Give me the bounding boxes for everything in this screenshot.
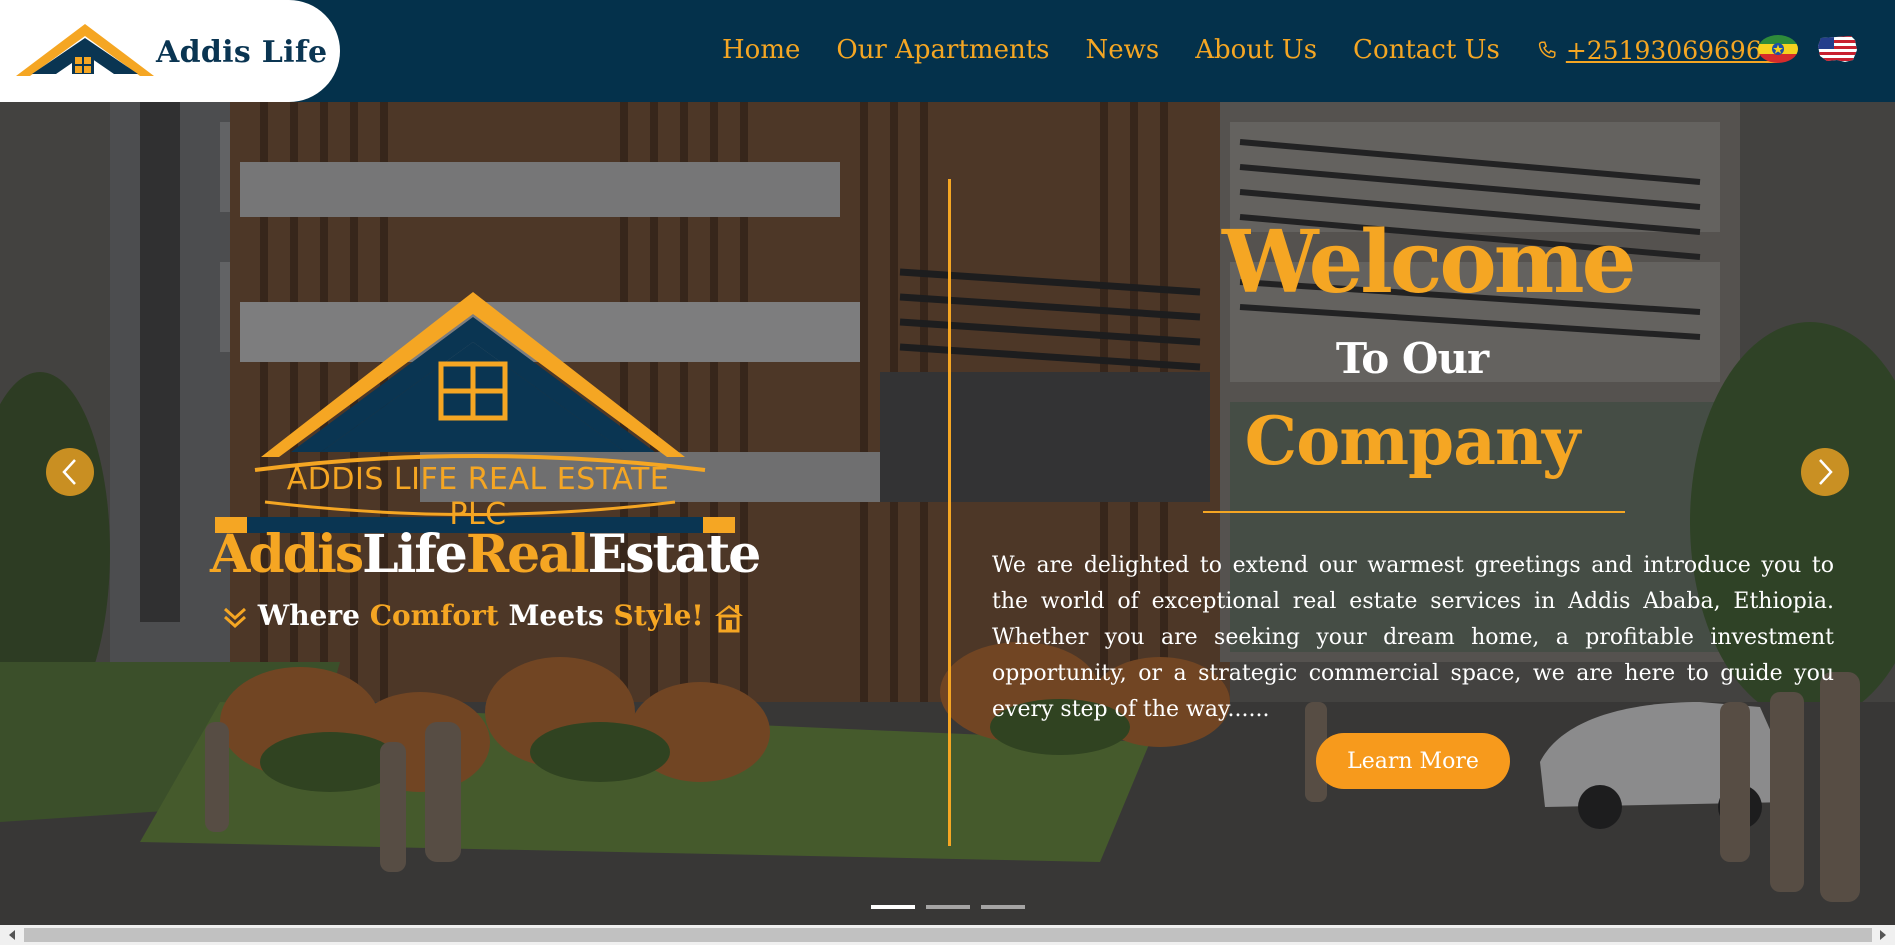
to-our-heading: To Our xyxy=(1335,334,1489,383)
tagline-comfort: Comfort xyxy=(369,599,499,632)
phone-link[interactable]: +251930696969 xyxy=(1566,36,1778,65)
phone-contact: +251930696969 xyxy=(1536,36,1778,65)
brand-title: AddisLifeRealEstate xyxy=(210,524,761,585)
slider-indicators xyxy=(871,905,1036,909)
intro-paragraph: We are delighted to extend our warmest g… xyxy=(992,553,1834,722)
main-nav: Home Our Apartments News About Us Contac… xyxy=(722,30,1778,70)
vertical-divider xyxy=(948,179,951,846)
nav-contact-us[interactable]: Contact Us xyxy=(1353,35,1500,65)
usa-flag-icon[interactable] xyxy=(1815,30,1859,66)
chevron-right-icon xyxy=(1819,459,1833,485)
logo-link[interactable]: Addis Life xyxy=(0,0,340,102)
tagline-meets: Meets xyxy=(508,599,604,632)
logo-text: Addis Life xyxy=(156,35,328,70)
tagline-where: Where xyxy=(257,599,360,632)
brand-title-addis: Addis xyxy=(210,524,364,585)
brand-plc-text: ADDIS LIFE REAL ESTATE PLC xyxy=(286,462,670,532)
scrollbar-thumb[interactable] xyxy=(24,928,1872,942)
nav-news[interactable]: News xyxy=(1086,35,1160,65)
scroll-left-arrow-icon[interactable] xyxy=(4,927,20,943)
chevron-left-icon xyxy=(62,459,76,485)
scroll-right-arrow-icon[interactable] xyxy=(1875,927,1891,943)
double-chevron-down-icon xyxy=(223,607,247,628)
small-house-icon xyxy=(715,604,744,632)
slider-prev-button[interactable] xyxy=(46,448,94,496)
slide-indicator-1[interactable] xyxy=(871,905,915,909)
company-heading: Company xyxy=(1244,402,1581,480)
welcome-heading: Welcome xyxy=(1222,212,1636,313)
heading-underline xyxy=(1203,511,1625,513)
slider-next-button[interactable] xyxy=(1801,448,1849,496)
slide-indicator-2[interactable] xyxy=(926,905,970,909)
ethiopia-flag-icon[interactable] xyxy=(1756,30,1800,66)
site-header: Addis Life Home Our Apartments News Abou… xyxy=(0,0,1895,102)
brand-title-estate: Estate xyxy=(587,524,762,585)
slide-indicator-3[interactable] xyxy=(981,905,1025,909)
learn-more-button[interactable]: Learn More xyxy=(1316,733,1510,789)
phone-icon xyxy=(1538,41,1556,59)
brand-title-life: Life xyxy=(362,524,468,585)
nav-our-apartments[interactable]: Our Apartments xyxy=(836,35,1049,65)
brand-title-real: Real xyxy=(465,524,590,585)
nav-about-us[interactable]: About Us xyxy=(1195,35,1317,65)
horizontal-scrollbar[interactable] xyxy=(0,925,1895,945)
tagline: Where Comfort Meets Style! xyxy=(222,599,744,633)
nav-home[interactable]: Home xyxy=(722,35,800,65)
house-logo-icon xyxy=(16,24,154,76)
tagline-style: Style! xyxy=(613,599,704,632)
hero-slider: ADDIS LIFE REAL ESTATE PLC AddisLifeReal… xyxy=(0,102,1895,925)
